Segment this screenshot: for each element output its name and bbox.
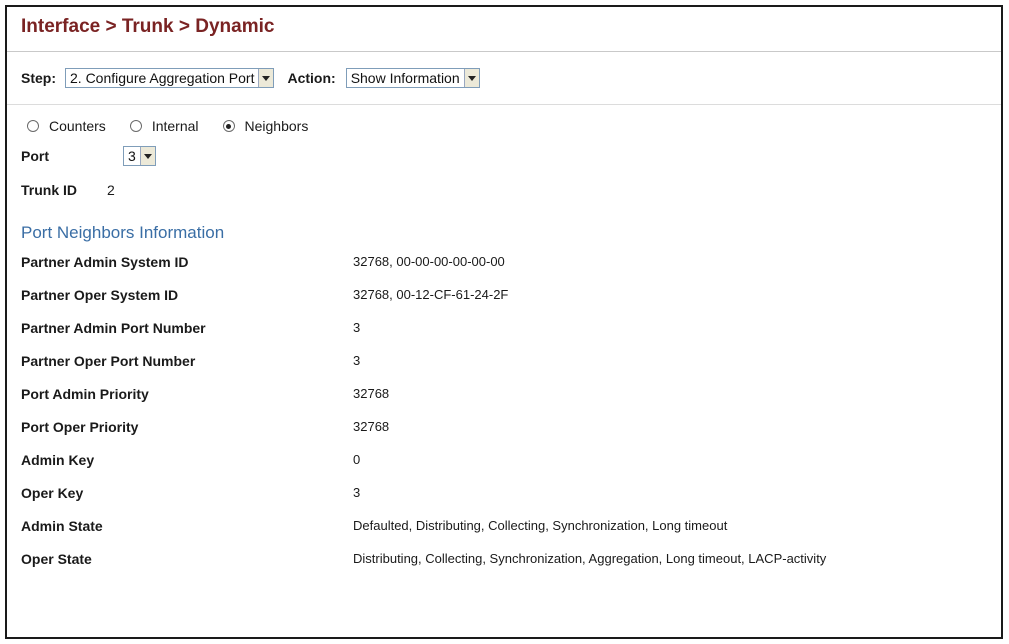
info-value: Defaulted, Distributing, Collecting, Syn… bbox=[353, 518, 728, 533]
action-select-value: Show Information bbox=[350, 70, 460, 86]
step-select[interactable]: 2. Configure Aggregation Port bbox=[65, 68, 275, 88]
info-row: Port Oper Priority 32768 bbox=[21, 410, 1001, 443]
info-key: Admin State bbox=[21, 517, 103, 534]
action-label: Action: bbox=[287, 70, 336, 86]
info-key: Admin Key bbox=[21, 451, 95, 468]
info-key: Partner Admin System ID bbox=[21, 253, 189, 270]
port-label: Port bbox=[21, 148, 49, 164]
info-row: Partner Oper System ID 32768, 00-12-CF-6… bbox=[21, 278, 1001, 311]
info-key: Oper State bbox=[21, 550, 92, 567]
port-select[interactable]: 3 bbox=[123, 146, 156, 166]
chevron-down-icon[interactable] bbox=[139, 147, 155, 165]
info-row: Port Admin Priority 32768 bbox=[21, 377, 1001, 410]
main-content: Counters Internal Neighbors Port 3 Trunk… bbox=[7, 115, 1001, 575]
radio-internal[interactable]: Internal bbox=[129, 118, 199, 134]
radio-label: Internal bbox=[151, 118, 199, 134]
info-value: 32768 bbox=[353, 419, 390, 434]
info-key: Port Admin Priority bbox=[21, 385, 149, 402]
info-key: Partner Oper Port Number bbox=[21, 352, 196, 369]
radio-circle-icon[interactable] bbox=[129, 120, 142, 132]
page-title: Interface > Trunk > Dynamic bbox=[7, 7, 1001, 52]
info-value: 32768, 00-00-00-00-00-00 bbox=[353, 254, 505, 269]
radio-label: Neighbors bbox=[244, 118, 309, 134]
info-value: Distributing, Collecting, Synchronizatio… bbox=[353, 551, 827, 566]
step-label: Step: bbox=[21, 70, 56, 86]
info-key: Port Oper Priority bbox=[21, 418, 139, 435]
window-frame: Interface > Trunk > Dynamic Step: 2. Con… bbox=[5, 5, 1003, 639]
info-value: 32768, 00-12-CF-61-24-2F bbox=[353, 287, 509, 302]
info-value: 32768 bbox=[353, 386, 390, 401]
section-title: Port Neighbors Information bbox=[21, 223, 225, 242]
info-key: Partner Admin Port Number bbox=[21, 319, 206, 336]
info-value: 3 bbox=[353, 320, 361, 335]
trunk-id-label: Trunk ID bbox=[21, 182, 78, 198]
chevron-down-icon[interactable] bbox=[258, 69, 274, 87]
step-action-bar: Step: 2. Configure Aggregation Port Acti… bbox=[7, 52, 1001, 105]
info-row: Admin State Defaulted, Distributing, Col… bbox=[21, 509, 1001, 542]
info-row: Partner Admin Port Number 3 bbox=[21, 311, 1001, 344]
info-value: 0 bbox=[353, 452, 361, 467]
info-row: Oper State Distributing, Collecting, Syn… bbox=[21, 542, 1001, 575]
action-select[interactable]: Show Information bbox=[345, 68, 480, 88]
radio-neighbors[interactable]: Neighbors bbox=[222, 118, 309, 134]
port-select-value: 3 bbox=[128, 148, 136, 164]
info-value: 3 bbox=[353, 485, 361, 500]
step-select-value: 2. Configure Aggregation Port bbox=[70, 70, 255, 86]
radio-dot-icon bbox=[226, 123, 232, 129]
neighbors-info-list: Partner Admin System ID 32768, 00-00-00-… bbox=[21, 245, 1001, 575]
trunk-id-row: Trunk ID 2 bbox=[21, 177, 1001, 203]
info-row: Oper Key 3 bbox=[21, 476, 1001, 509]
radio-label: Counters bbox=[49, 118, 106, 134]
radio-circle-icon[interactable] bbox=[27, 120, 39, 132]
chevron-down-icon[interactable] bbox=[463, 69, 479, 87]
port-row: Port 3 bbox=[21, 143, 1001, 169]
view-options: Counters Internal Neighbors bbox=[21, 115, 1001, 137]
radio-counters[interactable]: Counters bbox=[27, 118, 106, 134]
info-row: Partner Oper Port Number 3 bbox=[21, 344, 1001, 377]
radio-checked-icon[interactable] bbox=[222, 120, 235, 132]
info-key: Partner Oper System ID bbox=[21, 286, 179, 303]
info-row: Admin Key 0 bbox=[21, 443, 1001, 476]
info-row: Partner Admin System ID 32768, 00-00-00-… bbox=[21, 245, 1001, 278]
info-key: Oper Key bbox=[21, 484, 84, 501]
trunk-id-value: 2 bbox=[107, 182, 115, 198]
info-value: 3 bbox=[353, 353, 361, 368]
